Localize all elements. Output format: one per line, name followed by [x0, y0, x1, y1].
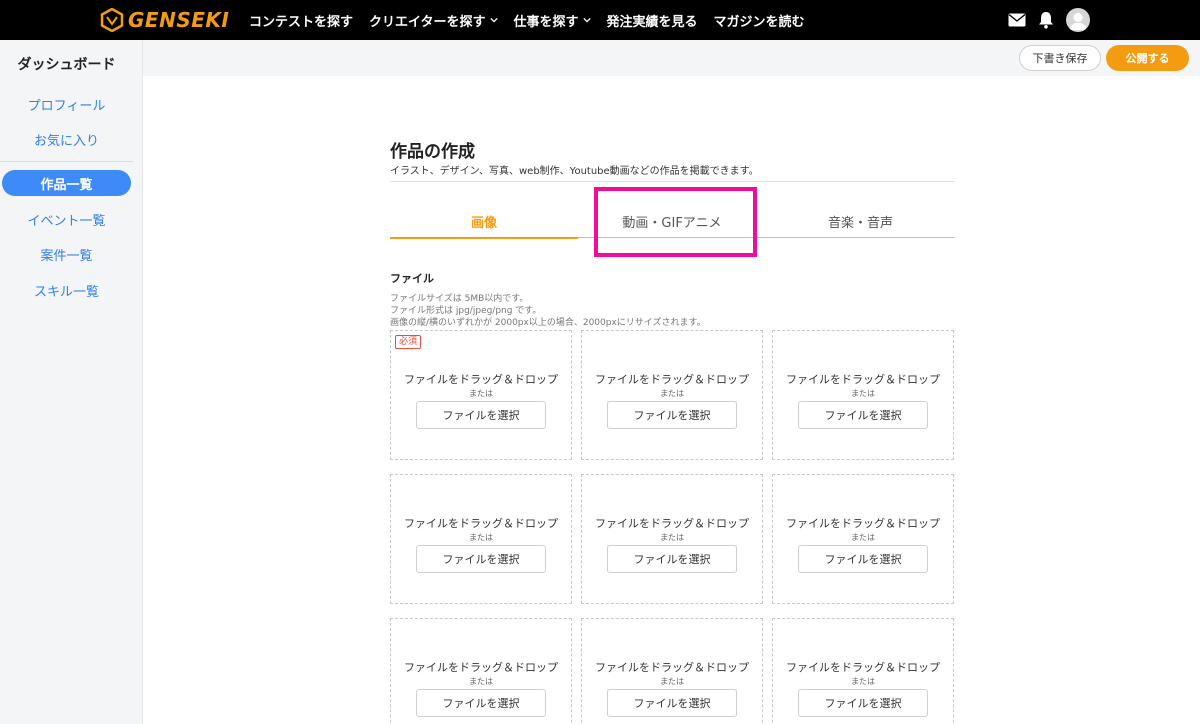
drop-text: ファイルをドラッグ＆ドロップ — [786, 373, 940, 386]
file-drop-zone[interactable]: ファイルをドラッグ＆ドロップ または ファイルを選択 — [390, 474, 572, 604]
drop-text: ファイルをドラッグ＆ドロップ — [404, 661, 558, 674]
chevron-down-icon — [582, 17, 591, 23]
nav-contests[interactable]: コンテストを探す — [249, 11, 353, 30]
drop-text: ファイルをドラッグ＆ドロップ — [786, 517, 940, 530]
page-title: 作品の作成 — [390, 142, 475, 162]
top-navbar: GENSEKI コンテストを探す クリエイターを探す 仕事を探す 発注実績を見る… — [0, 0, 1200, 40]
top-icons — [1008, 0, 1090, 40]
bell-icon[interactable] — [1038, 11, 1054, 29]
nav-creators[interactable]: クリエイターを探す — [369, 11, 498, 30]
sidebar-divider — [0, 161, 133, 162]
select-file-button[interactable]: ファイルを選択 — [607, 545, 737, 573]
sidebar-item-profile[interactable]: プロフィール — [0, 95, 133, 114]
publish-button[interactable]: 公開する — [1106, 45, 1189, 71]
nav-orders[interactable]: 発注実績を見る — [607, 11, 698, 30]
select-file-button[interactable]: ファイルを選択 — [798, 689, 928, 717]
sidebar-item-events[interactable]: イベント一覧 — [0, 210, 133, 229]
genseki-logo[interactable]: GENSEKI — [100, 7, 229, 33]
select-file-button[interactable]: ファイルを選択 — [607, 401, 737, 429]
file-drop-zone[interactable]: ファイルをドラッグ＆ドロップ または ファイルを選択 — [581, 330, 763, 460]
file-note-resize: 画像の縦/横のいずれかが 2000px以上の場合、2000pxにリサイズされます… — [390, 318, 706, 328]
nav-magazine[interactable]: マガジンを読む — [714, 11, 805, 30]
drop-or-text: または — [851, 533, 875, 542]
avatar[interactable] — [1066, 8, 1090, 32]
required-badge: 必須 — [395, 335, 422, 349]
file-drop-zone[interactable]: ファイルをドラッグ＆ドロップ または ファイルを選択 — [581, 618, 763, 724]
file-drop-zone[interactable]: ファイルをドラッグ＆ドロップ または ファイルを選択 — [390, 618, 572, 724]
file-drop-zone[interactable]: ファイルをドラッグ＆ドロップ または ファイルを選択 — [772, 618, 954, 724]
drop-or-text: または — [851, 677, 875, 686]
drop-or-text: または — [469, 677, 493, 686]
sidebar-item-favorites[interactable]: お気に入り — [0, 130, 133, 149]
tab-music-audio[interactable]: 音楽・音声 — [766, 212, 955, 238]
select-file-button[interactable]: ファイルを選択 — [416, 401, 546, 429]
sidebar: ダッシュボード プロフィール お気に入り 作品一覧 イベント一覧 案件一覧 スキ… — [0, 40, 143, 724]
tab-image[interactable]: 画像 — [390, 212, 578, 238]
drop-text: ファイルをドラッグ＆ドロップ — [786, 661, 940, 674]
drop-or-text: または — [660, 677, 684, 686]
logo-text: GENSEKI — [128, 8, 230, 32]
title-divider — [390, 181, 955, 182]
select-file-button[interactable]: ファイルを選択 — [798, 545, 928, 573]
drop-text: ファイルをドラッグ＆ドロップ — [404, 517, 558, 530]
file-drop-zone[interactable]: ファイルをドラッグ＆ドロップ または ファイルを選択 — [772, 474, 954, 604]
select-file-button[interactable]: ファイルを選択 — [416, 689, 546, 717]
user-avatar-icon — [1069, 13, 1087, 30]
active-tab-indicator — [390, 237, 578, 239]
drop-or-text: または — [469, 533, 493, 542]
nav-jobs[interactable]: 仕事を探す — [514, 11, 591, 30]
main-nav: コンテストを探す クリエイターを探す 仕事を探す 発注実績を見る マガジンを読む — [249, 0, 805, 40]
drop-text: ファイルをドラッグ＆ドロップ — [595, 373, 749, 386]
sidebar-title: ダッシュボード — [17, 57, 116, 73]
select-file-button[interactable]: ファイルを選択 — [798, 401, 928, 429]
chevron-down-icon — [489, 17, 498, 23]
annotation-highlight-box — [594, 187, 757, 257]
file-drop-zone[interactable]: ファイルをドラッグ＆ドロップ または ファイルを選択 — [772, 330, 954, 460]
save-draft-button[interactable]: 下書き保存 — [1019, 45, 1101, 71]
sidebar-item-works[interactable]: 作品一覧 — [2, 170, 131, 196]
file-drop-zone[interactable]: ファイルをドラッグ＆ドロップ または ファイルを選択 — [581, 474, 763, 604]
drop-or-text: または — [660, 533, 684, 542]
select-file-button[interactable]: ファイルを選択 — [607, 689, 737, 717]
page-description: イラスト、デザイン、写真、web制作、Youtube動画などの作品を掲載できます… — [390, 166, 759, 177]
drop-text: ファイルをドラッグ＆ドロップ — [595, 661, 749, 674]
drop-or-text: または — [851, 389, 875, 398]
sidebar-item-projects[interactable]: 案件一覧 — [0, 245, 133, 264]
sidebar-item-skills[interactable]: スキル一覧 — [0, 281, 133, 300]
file-section-label: ファイル — [390, 272, 434, 285]
drop-text: ファイルをドラッグ＆ドロップ — [595, 517, 749, 530]
file-drop-zone[interactable]: 必須 ファイルをドラッグ＆ドロップ または ファイルを選択 — [390, 330, 572, 460]
select-file-button[interactable]: ファイルを選択 — [416, 545, 546, 573]
logo-mark-icon — [100, 8, 124, 32]
mail-icon[interactable] — [1008, 13, 1026, 27]
drop-or-text: または — [660, 389, 684, 398]
drop-text: ファイルをドラッグ＆ドロップ — [404, 373, 558, 386]
drop-or-text: または — [469, 389, 493, 398]
